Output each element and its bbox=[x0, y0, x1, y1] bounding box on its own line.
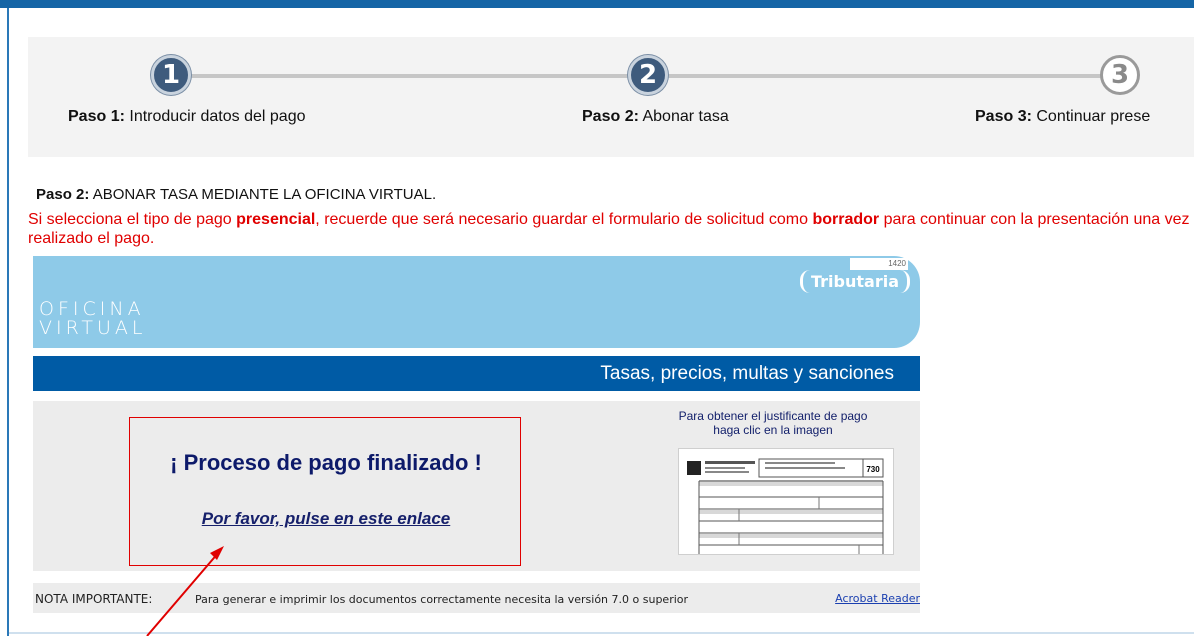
notice-bold: presencial bbox=[236, 211, 316, 228]
section-header-bar: Tasas, precios, multas y sanciones bbox=[33, 356, 920, 391]
step-label-bold: Paso 2: bbox=[582, 108, 639, 125]
receipt-thumbnail[interactable]: 730 bbox=[678, 448, 894, 555]
important-note: NOTA IMPORTANTE: Para generar e imprimir… bbox=[33, 583, 920, 613]
note-label: NOTA IMPORTANTE: bbox=[35, 592, 153, 606]
section-title: Paso 2: ABONAR TASA MEDIANTE LA OFICINA … bbox=[36, 186, 436, 203]
step-number: 2 bbox=[638, 60, 658, 90]
acrobat-reader-link[interactable]: Acrobat Reader bbox=[835, 592, 920, 605]
section-title-text: ABONAR TASA MEDIANTE LA OFICINA VIRTUAL. bbox=[89, 186, 437, 203]
banner-code: 1420 bbox=[850, 258, 908, 270]
step-number: 3 bbox=[1110, 60, 1130, 90]
progress-stepper: 1 2 3 Paso 1: Introducir datos del pago … bbox=[28, 37, 1194, 157]
notice-bold: borrador bbox=[812, 211, 880, 228]
step-label-bold: Paso 3: bbox=[975, 108, 1032, 125]
receipt-hint-line: haga clic en la imagen bbox=[713, 423, 833, 437]
banner-title: OFICINA VIRTUAL bbox=[39, 300, 147, 338]
receipt-hint-line: Para obtener el justificante de pago bbox=[678, 409, 868, 423]
step-3-circle: 3 bbox=[1100, 55, 1140, 95]
payment-result-area: ¡ Proceso de pago finalizado ! Por favor… bbox=[33, 401, 920, 571]
step-1-label: Paso 1: Introducir datos del pago bbox=[68, 108, 305, 126]
form-number: 730 bbox=[866, 465, 880, 474]
top-bar bbox=[0, 0, 1194, 8]
step-number: 1 bbox=[161, 60, 181, 90]
notice-text: Si selecciona el tipo de pago bbox=[28, 211, 237, 228]
bottom-border bbox=[9, 632, 1194, 634]
highlight-box: ¡ Proceso de pago finalizado ! Por favor… bbox=[129, 417, 521, 566]
step-label-text: Abonar tasa bbox=[638, 108, 729, 125]
tributaria-logo: Tributaria bbox=[800, 270, 910, 293]
step-label-text: Continuar prese bbox=[1031, 108, 1151, 125]
banner-title-line: VIRTUAL bbox=[39, 317, 147, 339]
receipt-hint: Para obtener el justificante de pago haga… bbox=[653, 409, 893, 437]
payment-complete-heading: ¡ Proceso de pago finalizado ! bbox=[170, 450, 482, 475]
step-label-bold: Paso 1: bbox=[68, 108, 125, 125]
step-2-label: Paso 2: Abonar tasa bbox=[582, 108, 729, 126]
step-label-text: Introducir datos del pago bbox=[124, 108, 306, 125]
step-3-label: Paso 3: Continuar prese bbox=[975, 108, 1150, 126]
oficina-virtual-banner: OFICINA VIRTUAL 1420 Tributaria bbox=[33, 256, 920, 348]
draft-notice: Si selecciona el tipo de pago presencial… bbox=[28, 210, 1194, 248]
step-2-circle: 2 bbox=[628, 55, 668, 95]
step-connector bbox=[188, 74, 648, 78]
receipt-form-icon: 730 bbox=[687, 458, 884, 554]
note-text: Para generar e imprimir los documentos c… bbox=[195, 593, 689, 606]
step-connector bbox=[668, 74, 1123, 78]
step-1-circle: 1 bbox=[151, 55, 191, 95]
continue-link[interactable]: Por favor, pulse en este enlace bbox=[130, 509, 522, 529]
section-title-bold: Paso 2: bbox=[36, 186, 90, 203]
notice-text: , recuerde que será necesario guardar el… bbox=[315, 211, 813, 228]
left-border bbox=[7, 8, 9, 636]
section-header-title: Tasas, precios, multas y sanciones bbox=[600, 363, 894, 384]
